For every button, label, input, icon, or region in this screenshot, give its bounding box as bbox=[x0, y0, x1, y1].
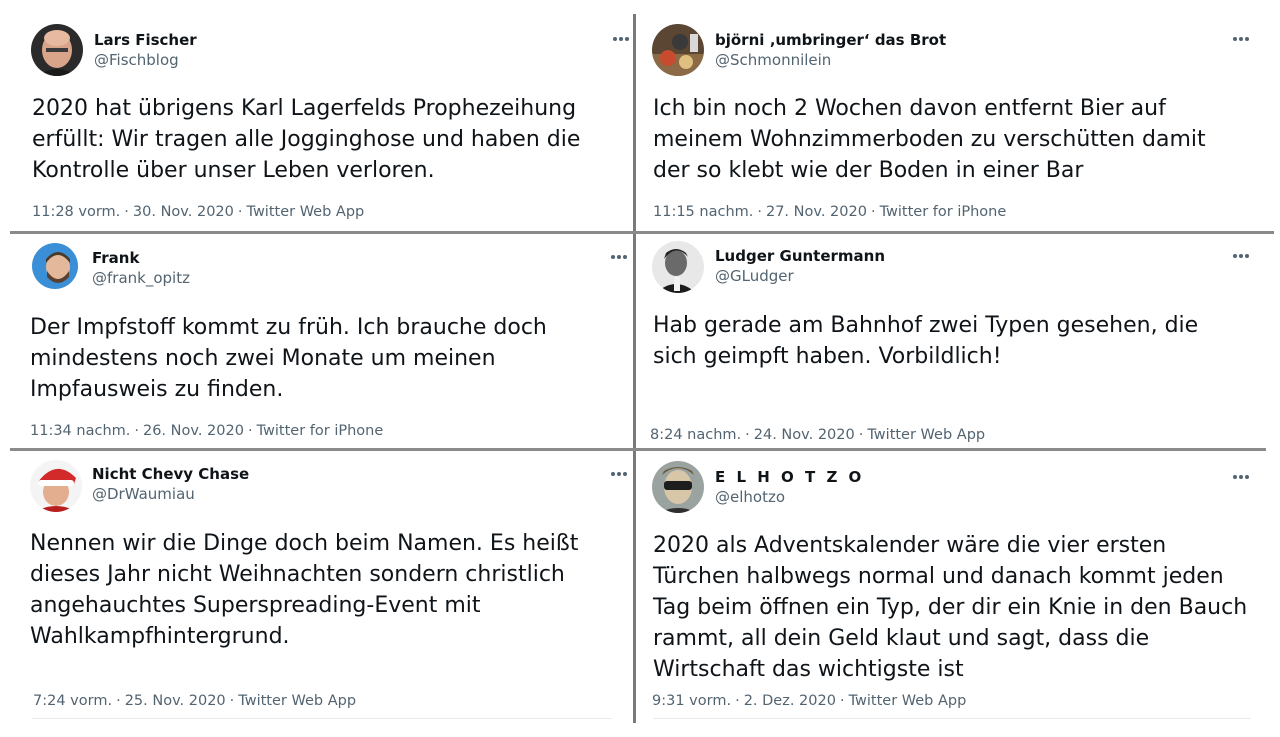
card-bottom-border bbox=[653, 718, 1251, 719]
tweet-card[interactable]: Ludger Guntermann @GLudger Hab gerade am… bbox=[637, 235, 1266, 447]
tweet-source[interactable]: Twitter Web App bbox=[867, 427, 985, 443]
tweet-text: 2020 als Adventskalender wäre die vier e… bbox=[653, 533, 1248, 682]
card-bottom-border bbox=[32, 718, 612, 719]
tweet-card[interactable]: Nicht Chevy Chase @DrWaumiau Nennen wir … bbox=[14, 453, 632, 723]
tweet-date[interactable]: 30. Nov. 2020 bbox=[133, 204, 234, 220]
tweet-card[interactable]: Lars Fischer @Fischblog 2020 hat übrigen… bbox=[14, 14, 632, 230]
horizontal-divider bbox=[10, 231, 1274, 234]
tweet-meta: 7:24 vorm. · 25. Nov. 2020 · Twitter Web App bbox=[33, 692, 356, 710]
tweet-time[interactable]: 8:24 nachm. bbox=[650, 427, 741, 443]
tweet-date[interactable]: 24. Nov. 2020 bbox=[754, 427, 855, 443]
tweet-source[interactable]: Twitter Web App bbox=[849, 693, 967, 709]
tweet-date[interactable]: 27. Nov. 2020 bbox=[766, 204, 867, 220]
tweet-date[interactable]: 26. Nov. 2020 bbox=[143, 423, 244, 439]
separator: · bbox=[116, 693, 121, 709]
display-name[interactable]: Lars Fischer bbox=[94, 31, 197, 49]
separator: · bbox=[745, 427, 750, 443]
tweet-time[interactable]: 7:24 vorm. bbox=[33, 693, 112, 709]
tweet-text: Ich bin noch 2 Wochen davon entfernt Bie… bbox=[653, 96, 1206, 183]
tweet-date[interactable]: 25. Nov. 2020 bbox=[125, 693, 226, 709]
display-name[interactable]: Ludger Guntermann bbox=[715, 247, 885, 265]
separator: · bbox=[134, 423, 139, 439]
user-handle[interactable]: @DrWaumiau bbox=[92, 485, 195, 503]
bearded-man-avatar-icon[interactable] bbox=[32, 243, 78, 289]
separator: · bbox=[839, 693, 845, 709]
tweet-meta: 11:15 nachm. · 27. Nov. 2020 · Twitter for i… bbox=[653, 203, 1006, 221]
vertical-divider bbox=[633, 14, 636, 723]
tweet-date[interactable]: 2. Dez. 2020 bbox=[744, 693, 836, 709]
tweet-card[interactable]: Frank @frank_opitz Der Impfstoff kommt z… bbox=[14, 235, 632, 447]
tweet-source[interactable]: Twitter Web App bbox=[246, 204, 364, 220]
tweet-text: 2020 hat übrigens Karl Lagerfelds Prophe… bbox=[32, 96, 581, 183]
tweet-card[interactable]: björni ‚umbringer‘ das Brot @Schmonnilei… bbox=[637, 14, 1266, 230]
tweet-time[interactable]: 9:31 vorm. bbox=[652, 693, 731, 709]
tweet-source[interactable]: Twitter for iPhone bbox=[257, 423, 384, 439]
separator: · bbox=[870, 204, 876, 220]
tweet-text: Hab gerade am Bahnhof zwei Typen gesehen… bbox=[653, 313, 1199, 369]
tweet-meta: 11:28 vorm. · 30. Nov. 2020 · Twitter Web Ap… bbox=[32, 203, 364, 221]
more-options-icon[interactable] bbox=[612, 35, 630, 43]
tweet-text: Der Impfstoff kommt zu früh. Ich brauche… bbox=[30, 315, 547, 402]
glasses-avatar-icon[interactable] bbox=[652, 461, 704, 513]
tweet-collage: Lars Fischer @Fischblog 2020 hat übrigen… bbox=[0, 0, 1280, 737]
tweet-meta: 9:31 vorm. · 2. Dez. 2020 · Twitter Web App bbox=[652, 692, 966, 710]
tweet-time[interactable]: 11:34 nachm. bbox=[30, 423, 130, 439]
tweet-card[interactable]: E L H O T Z O @elhotzo 2020 als Adventsk… bbox=[637, 453, 1266, 723]
separator: · bbox=[124, 204, 129, 220]
display-name[interactable]: Frank bbox=[92, 249, 139, 267]
user-handle[interactable]: @GLudger bbox=[715, 267, 794, 285]
display-name[interactable]: Nicht Chevy Chase bbox=[92, 465, 249, 483]
tweet-time[interactable]: 11:15 nachm. bbox=[653, 204, 753, 220]
user-handle[interactable]: @Fischblog bbox=[94, 51, 179, 69]
user-handle[interactable]: @Schmonnilein bbox=[715, 51, 831, 69]
more-options-icon[interactable] bbox=[1232, 473, 1250, 481]
separator: · bbox=[237, 204, 243, 220]
separator: · bbox=[247, 423, 253, 439]
separator: · bbox=[858, 427, 864, 443]
separator: · bbox=[229, 693, 235, 709]
tweet-source[interactable]: Twitter Web App bbox=[238, 693, 356, 709]
tweet-meta: 8:24 nachm. · 24. Nov. 2020 · Twitter Web Ap… bbox=[650, 426, 985, 444]
santa-hat-avatar-icon[interactable] bbox=[30, 460, 82, 512]
separator: · bbox=[757, 204, 762, 220]
tweet-source[interactable]: Twitter for iPhone bbox=[880, 204, 1007, 220]
food-table-avatar-icon[interactable] bbox=[652, 24, 704, 76]
more-options-icon[interactable] bbox=[610, 470, 628, 478]
more-options-icon[interactable] bbox=[1232, 252, 1250, 260]
horizontal-divider bbox=[10, 448, 1266, 451]
tweet-text: Nennen wir die Dinge doch beim Namen. Es… bbox=[30, 531, 579, 649]
more-options-icon[interactable] bbox=[1232, 35, 1250, 43]
user-handle[interactable]: @frank_opitz bbox=[92, 269, 190, 287]
display-name[interactable]: E L H O T Z O bbox=[715, 468, 864, 486]
more-options-icon[interactable] bbox=[610, 253, 628, 261]
user-handle[interactable]: @elhotzo bbox=[715, 488, 785, 506]
tweet-time[interactable]: 11:28 vorm. bbox=[32, 204, 120, 220]
tweet-meta: 11:34 nachm. · 26. Nov. 2020 · Twitter for i… bbox=[30, 422, 383, 440]
bw-portrait-avatar-icon[interactable] bbox=[652, 241, 704, 293]
separator: · bbox=[735, 693, 740, 709]
display-name[interactable]: björni ‚umbringer‘ das Brot bbox=[715, 31, 946, 49]
bald-man-avatar-icon[interactable] bbox=[31, 24, 83, 76]
